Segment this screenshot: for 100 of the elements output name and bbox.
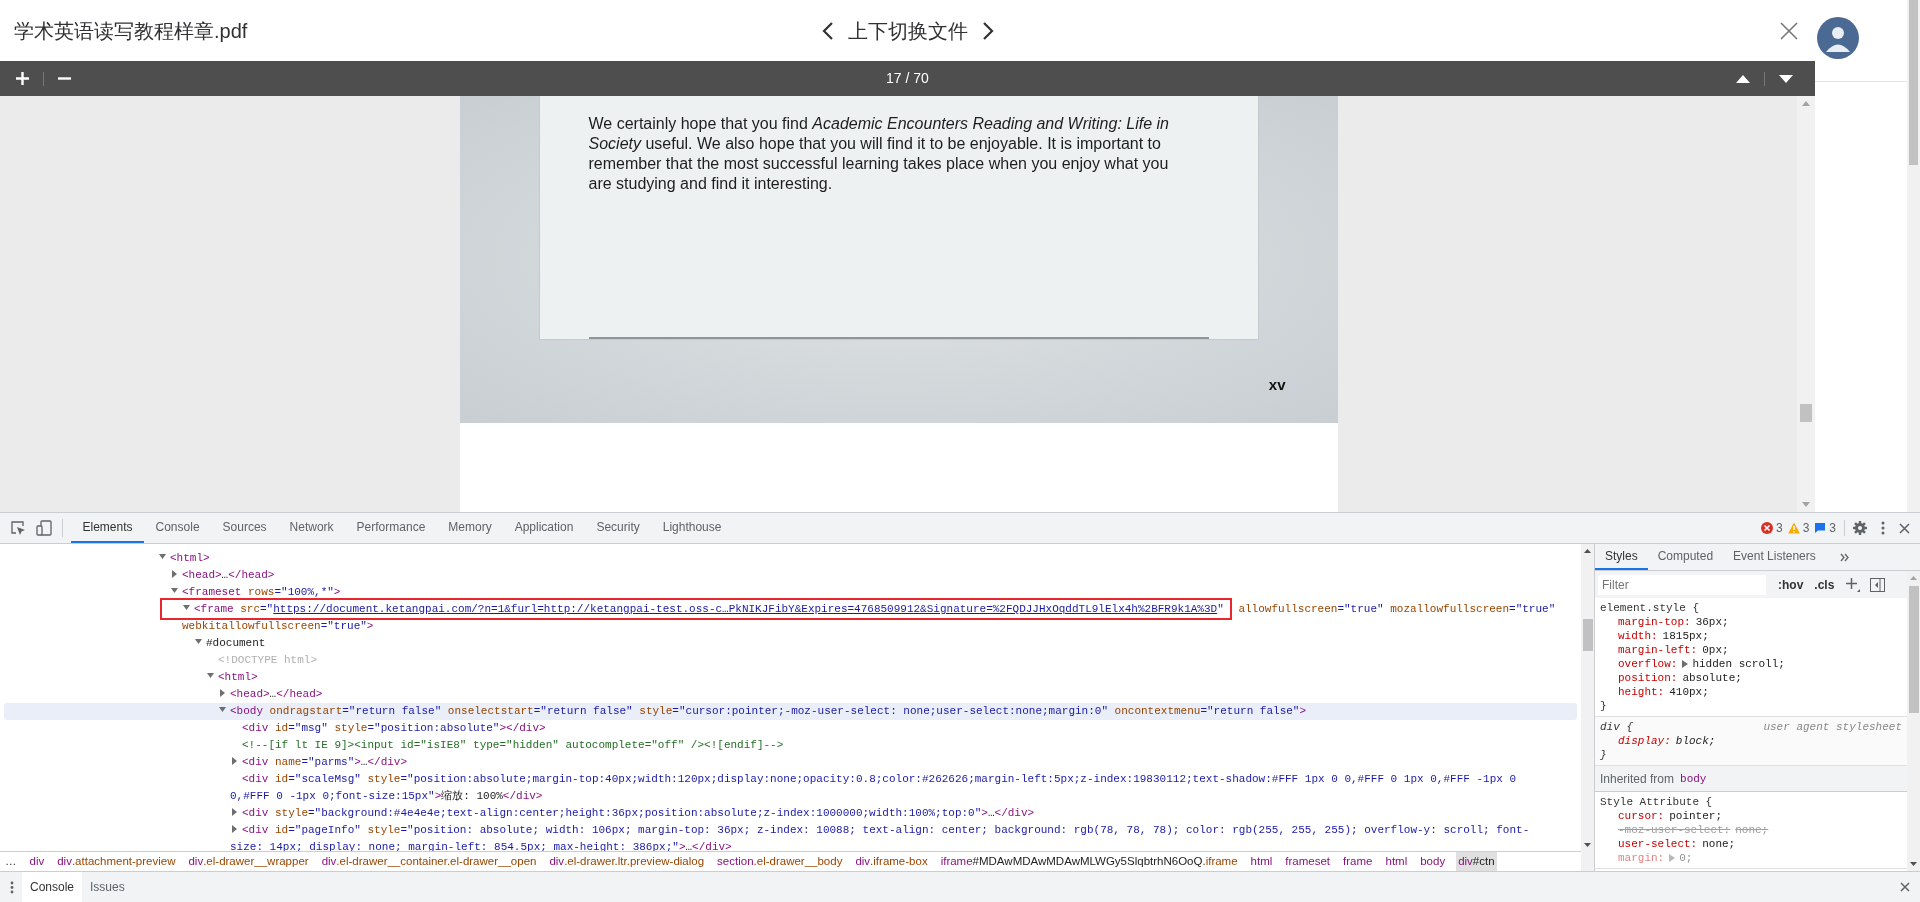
breadcrumb[interactable]: div [27,852,47,871]
css-value[interactable]: 0px; [1702,643,1729,657]
triangle-down-icon[interactable] [1779,74,1793,83]
warning-icon [1787,522,1800,534]
css-value[interactable]: block; [1675,734,1716,748]
scroll-down-icon[interactable] [1584,843,1591,847]
close-icon[interactable] [1780,21,1798,40]
more-options-icon[interactable] [1881,521,1885,535]
dom-tree-row[interactable]: #document [4,635,1577,652]
dom-tree-row[interactable]: <frameset rows="100%,*"> [4,584,1577,601]
more-options-icon[interactable] [10,880,14,894]
toggle-button[interactable]: .cls [1814,575,1835,594]
drawer-tab[interactable]: Issues [82,872,133,902]
dom-tree-row[interactable]: <html> [4,550,1577,567]
dom-tree-row[interactable]: <head>…</head> [4,567,1577,584]
paragraph: We certainly hope that you find Academic Encounters Reading and Writing: Life in Society useful. We also hope that you will find it to be enjoyable. It is important to remember that the most successful learning takes place when you enjoy what you are studying and find it interesting. [588,114,1170,194]
css-value[interactable]: absolute; [1682,671,1742,685]
css-property[interactable]: width: [1618,629,1658,643]
dom-tree-row[interactable]: <div id="msg" style="position:absolute"></div> [4,720,1577,737]
devtools-tab[interactable]: Lighthouse [651,513,733,543]
breadcrumb[interactable]: section.el-drawer__body [715,852,845,871]
css-value[interactable]: 36px; [1695,615,1729,629]
triangle-up-icon[interactable] [1736,74,1750,83]
settings-icon[interactable] [1853,521,1867,535]
dom-tree-row[interactable]: <html> [4,669,1577,686]
close-icon[interactable] [1900,882,1910,892]
plus-icon[interactable] [1846,577,1861,592]
css-selector: Style Attribute { [1600,795,1713,809]
breadcrumb[interactable]: div.el-drawer__container.el-drawer__open [319,852,539,871]
url-link[interactable]: https://document.ketangpai.com/?n=1&furl=http://ketangpai-test.oss-c…PkNIKJFibY&Expires=4768509912&Signature=%2FQDJJHxOqddTL9lElx4h%2BFR9k1A%3D [273,603,1218,615]
breadcrumb[interactable]: div.attachment-preview [55,852,178,871]
dom-tree-row[interactable]: <head>…</head> [4,686,1577,703]
breadcrumb-overflow[interactable]: … [5,852,17,871]
css-property[interactable]: cursor: [1618,809,1665,823]
css-value[interactable]: 1815px; [1662,629,1709,643]
devtools-tab[interactable]: Console [144,513,212,543]
breadcrumb[interactable]: div.el-drawer__wrapper [186,852,311,871]
breadcrumb[interactable]: body [1418,852,1448,871]
sidebar-tab[interactable]: Event Listeners [1723,544,1826,570]
breadcrumb[interactable]: div.iframe-box [853,852,930,871]
avatar[interactable] [1817,17,1859,59]
dom-tree-row[interactable]: <div name="parms">…</div> [4,754,1577,771]
devtools-tab[interactable]: Network [278,513,346,543]
message-icon [1814,522,1827,534]
devtools-tab[interactable]: Application [503,513,585,543]
inspect-icon[interactable] [10,520,26,536]
warning-count: 3 [1802,520,1810,537]
file-title: 学术英语读写教程样章.pdf [14,18,248,44]
css-value[interactable]: none; [1702,837,1736,851]
breadcrumb[interactable]: div.el-drawer.ltr.preview-dialog [547,852,707,871]
devtools-tab[interactable]: Security [584,513,652,543]
sidebar-toggle-icon[interactable] [1870,577,1886,592]
css-property[interactable]: user-select: [1618,837,1698,851]
devtools-tab[interactable]: Sources [211,513,279,543]
expand-arrow-icon[interactable] [1682,660,1689,668]
dom-tree-row[interactable]: <div style="background:#4e4e4e;text-align:center;height:36px;position:absolute;z-index:1000000;width:100%;top:0">…</div> [4,805,1577,822]
breadcrumb[interactable]: frameset [1283,852,1333,871]
scrollbar[interactable] [1797,96,1815,512]
page-scrollbar[interactable] [1907,0,1920,512]
css-value[interactable]: 410px; [1669,685,1709,699]
css-value[interactable]: hidden scroll; [1692,657,1785,671]
dom-tree-row[interactable]: <div id="scaleMsg" style="position:absolute;margin-top:40px;width:120px;display:none;opacity:0.8;color:#262626;margin-left:5px;z-index:19830112;text-shadow:#FFF 1px 0 0,#FFF 0 1px 0,#FFF -1px 0 0,#FFF 0 -1px 0;font-size:15px">缩放: 100%</div> [4,771,1577,805]
double-chevron-icon[interactable] [1839,552,1849,562]
breadcrumb[interactable]: html [1383,852,1410,871]
scrollbar-thumb[interactable] [1582,619,1593,651]
devtools-tab[interactable]: Memory [436,513,504,543]
css-property[interactable]: position: [1618,671,1678,685]
css-property[interactable]: height: [1618,685,1665,699]
element-link[interactable]: body [1680,771,1707,786]
scrollbar-thumb[interactable] [1800,404,1812,422]
plus-icon[interactable] [16,72,29,85]
css-property[interactable]: overflow: [1618,657,1678,671]
scroll-down-icon[interactable] [1910,862,1917,866]
close-icon[interactable] [1899,522,1910,534]
devtools-tab[interactable]: Performance [345,513,437,543]
css-property[interactable]: margin-top: [1618,615,1691,629]
toggle-button[interactable]: :hov [1778,575,1804,594]
device-toolbar-icon[interactable] [36,520,52,536]
css-value[interactable]: pointer; [1669,809,1723,823]
annotation-box: <frame src="https://document.ketangpai.com/?n=1&furl=http://ketangpai-test.oss-c…PkNIKJFibY&Expires=4768509912&Signature=%2FQDJJHxOqddTL9lElx4h%2BFR9k1A%3D" [160,598,1232,620]
dom-tree-row[interactable]: <body ondragstart="return false" onselectstart="return false" style="cursor:pointer;-moz-user-select: none;user-select:none;margin:0" oncontextmenu="return false"> [4,703,1577,720]
breadcrumb[interactable]: frame [1341,852,1375,871]
scrollbar-thumb[interactable] [1909,0,1918,165]
chevron-right-icon[interactable] [981,20,994,41]
scrollbar[interactable] [1907,571,1920,871]
breadcrumb[interactable]: div#ctn [1456,852,1497,871]
scroll-up-icon[interactable] [1584,549,1591,553]
drawer-tab[interactable]: Console [22,872,83,902]
dom-tree-row[interactable]: <!--[if lt IE 9]><input id="isIE8" type="hidden" autocomplete="off" /><![endif]--> [4,737,1577,754]
filter-field[interactable]: Filter [1598,574,1766,595]
scrollbar-thumb[interactable] [1908,586,1919,713]
css-property[interactable]: display: [1618,734,1671,748]
chevron-left-icon[interactable] [821,20,834,41]
dom-tree-row[interactable]: <frame src="https://document.ketangpai.com/?n=1&furl=http://ketangpai-test.oss-c…PkNIKJFibY&Expires=4768509912&Signature=%2FQDJJHxOqddTL9lElx4h%2BFR9k1A%3D" allowfullscreen="true" mozallowfullscreen="true" webkitallowfullscreen="true"> [4,601,1577,635]
breadcrumb[interactable]: html [1248,852,1275,871]
scrollbar[interactable] [1581,544,1594,871]
breadcrumb[interactable]: iframe#MDAwMDAwMDAwMLWGy5SlqbtrhN6OoQ.iframe [938,852,1240,871]
stylesheet-origin: user agent stylesheet [1763,720,1902,734]
sidebar-tab[interactable]: Computed [1647,544,1724,570]
css-property[interactable]: margin-left: [1618,643,1698,657]
